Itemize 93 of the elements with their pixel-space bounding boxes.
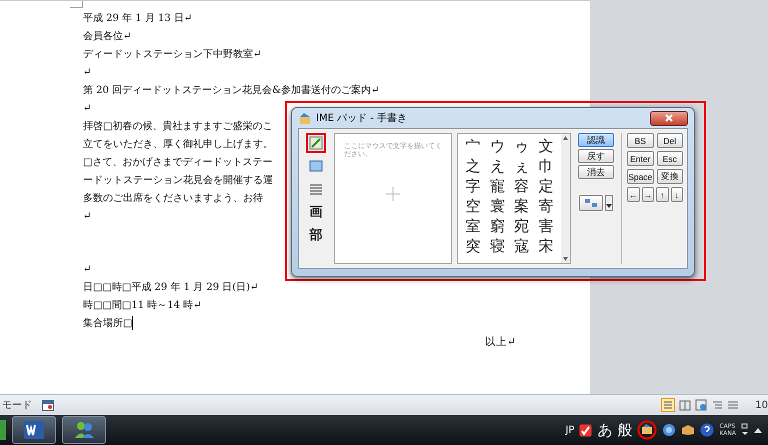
document-line: ↵ [83, 210, 92, 224]
ime-pad-icon[interactable] [637, 420, 658, 440]
candidate-character[interactable]: 寇 [510, 236, 534, 256]
document-line: ↵ [83, 66, 92, 80]
document-line: 拝啓□初春の候、貴社ますますご盛栄のこ [83, 120, 272, 134]
arrow-key[interactable]: → [642, 187, 654, 202]
document-app-icon [23, 420, 45, 440]
candidate-character[interactable]: 窮 [485, 216, 510, 236]
candidate-character[interactable]: 定 [534, 176, 558, 196]
package-icon[interactable] [681, 424, 696, 436]
arrow-key[interactable]: ← [627, 187, 640, 202]
ime-pad-icon [298, 112, 312, 124]
key-button[interactable]: Del [656, 133, 683, 148]
document-line: 立てをいただき、厚く御礼申し上げます。 [83, 138, 273, 152]
candidate-character[interactable]: 文 [534, 136, 558, 156]
caret-icon [606, 204, 612, 208]
document-line: 日□□時□平成 29 年 1 月 29 日(日)↵ [83, 282, 258, 293]
ime-tool-icon[interactable] [579, 424, 592, 437]
action-button[interactable]: 消去 [578, 165, 614, 179]
document-line: ↵ [83, 264, 92, 275]
web-layout-icon[interactable] [695, 399, 708, 412]
pen-icon [309, 136, 323, 150]
mode-tab[interactable]: 画 [306, 202, 326, 222]
close-button[interactable] [650, 110, 688, 126]
candidate-character[interactable]: 宛 [510, 216, 534, 236]
macro-icon[interactable] [42, 400, 54, 411]
key-button[interactable]: Esc [656, 151, 683, 166]
scroll-down-icon[interactable] [563, 257, 568, 261]
candidate-character[interactable]: 巾 [534, 156, 558, 176]
options-icon[interactable] [741, 423, 749, 438]
zoom-level: 10 [755, 400, 768, 411]
candidate-character[interactable]: 空 [461, 196, 486, 216]
scroll-up-icon[interactable] [563, 136, 568, 140]
document-line: 会員各位↵ [83, 30, 132, 44]
draft-view-icon[interactable] [727, 399, 740, 412]
candidate-character[interactable]: 寝 [485, 236, 510, 256]
show-hidden-icons[interactable] [754, 427, 762, 434]
candidate-character[interactable]: 害 [534, 216, 558, 236]
action-button[interactable]: 戻す [578, 149, 614, 163]
key-button[interactable]: Space [627, 169, 654, 184]
document-line: ディードットステーション下中野教室↵ [83, 48, 262, 62]
reading-view-icon[interactable] [679, 399, 692, 412]
input-mode-indicator[interactable]: あ [597, 420, 612, 440]
document-line: 平成 29 年 1 月 13 日↵ [83, 12, 192, 26]
candidate-character[interactable]: 室 [461, 216, 486, 236]
candidate-character[interactable]: 寄 [534, 196, 558, 216]
candidate-character[interactable]: 宋 [534, 236, 558, 256]
scrollbar[interactable] [561, 134, 570, 263]
close-icon [665, 114, 673, 122]
mode-label: モード [2, 399, 32, 412]
people-icon [73, 421, 95, 440]
candidate-character[interactable]: 之 [461, 156, 486, 176]
candidate-character[interactable]: 寵 [485, 176, 510, 196]
document-line: ードットステーション花見会を開催する運 [83, 174, 273, 188]
swap-icon [584, 198, 598, 208]
candidate-character[interactable]: ウ [485, 136, 510, 156]
document-line: 集合場所□ [83, 318, 132, 329]
text-caret [132, 316, 134, 330]
candidate-character[interactable]: ゥ [510, 136, 534, 156]
print-layout-icon[interactable] [661, 398, 676, 412]
key-button[interactable]: BS [627, 133, 654, 148]
language-indicator[interactable]: JP [565, 424, 574, 436]
outline-view-icon[interactable] [711, 399, 724, 412]
document-line: 第 20 回ディードットステーション花見会&参加書送付のご案内↵ [83, 84, 380, 98]
candidate-character[interactable]: 容 [510, 176, 534, 196]
key-button[interactable]: Enter [627, 151, 654, 166]
candidate-character[interactable]: え [485, 156, 510, 176]
help-icon[interactable] [700, 423, 714, 438]
document-line: ↵ [83, 102, 92, 116]
document-line: 時□□間□11 時～14 時↵ [83, 300, 202, 311]
candidate-character[interactable]: 字 [461, 176, 486, 196]
document-line: □さて、おかげさまでディードットステー [83, 156, 272, 170]
key-button[interactable]: 変換 [656, 169, 683, 184]
candidate-character[interactable]: ぇ [510, 156, 534, 176]
window-title: IME パッド - 手書き [316, 112, 408, 125]
crosshair-icon [386, 187, 400, 201]
arrow-key[interactable]: ↓ [670, 187, 683, 202]
candidate-character[interactable]: 宀 [461, 136, 486, 156]
conversion-mode-indicator[interactable]: 般 [617, 420, 632, 440]
document-line: 多数のご出席をくださいますよう、お待 [83, 192, 263, 206]
action-button[interactable]: 認識 [578, 133, 614, 147]
word-taskbar-button[interactable] [12, 416, 56, 444]
candidate-character[interactable]: 突 [461, 236, 486, 256]
keyboard-icon [309, 160, 323, 172]
dropdown-button[interactable] [605, 195, 613, 211]
arrow-key[interactable]: ↑ [656, 187, 668, 202]
candidate-character[interactable]: 寰 [485, 196, 510, 216]
list-icon [309, 183, 323, 195]
closing-text: 以上↵ [485, 335, 516, 350]
messenger-taskbar-button[interactable] [62, 416, 106, 444]
dictionary-icon[interactable] [662, 423, 676, 438]
candidate-character[interactable]: 案 [510, 196, 534, 216]
mode-tab[interactable]: 部 [306, 225, 326, 245]
